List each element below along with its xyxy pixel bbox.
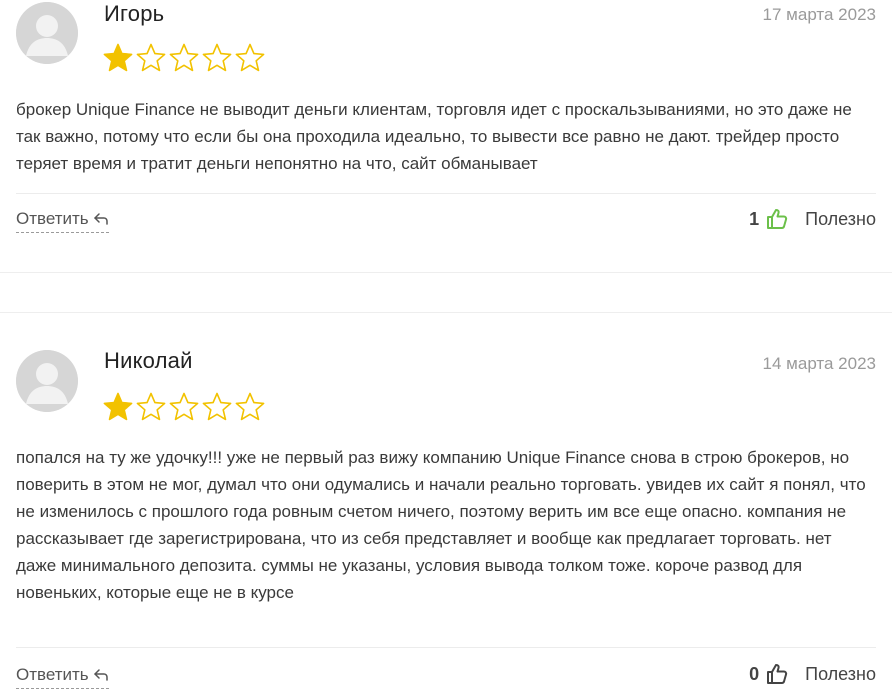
star-empty-icon bbox=[201, 42, 233, 74]
reply-label: Ответить bbox=[16, 665, 89, 684]
star-filled-icon bbox=[102, 42, 134, 74]
divider bbox=[16, 647, 876, 648]
star-filled-icon bbox=[102, 391, 134, 423]
star-empty-icon bbox=[234, 42, 266, 74]
review-text: брокер Unique Finance не выводит деньги … bbox=[16, 100, 852, 173]
user-silhouette-icon bbox=[16, 350, 78, 412]
star-empty-icon bbox=[135, 42, 167, 74]
review-date: 14 марта 2023 bbox=[762, 354, 876, 373]
useful-vote: 1 Полезно bbox=[749, 207, 876, 231]
useful-vote: 0 Полезно bbox=[749, 662, 876, 686]
review-author: Игорь bbox=[104, 1, 165, 26]
useful-count: 0 bbox=[749, 663, 760, 684]
rating-stars bbox=[102, 42, 266, 74]
review-author: Николай bbox=[104, 348, 193, 373]
thumb-up-icon[interactable] bbox=[765, 662, 789, 686]
avatar bbox=[16, 350, 78, 412]
reply-arrow-icon bbox=[93, 668, 109, 682]
avatar bbox=[16, 2, 78, 64]
section-divider bbox=[0, 272, 892, 273]
star-empty-icon bbox=[168, 391, 200, 423]
review-date: 17 марта 2023 bbox=[762, 5, 876, 24]
review-card: Игорь 17 марта 2023 брокер Unique Financ… bbox=[0, 0, 892, 262]
reply-label: Ответить bbox=[16, 209, 89, 228]
star-empty-icon bbox=[201, 391, 233, 423]
reply-button[interactable]: Ответить bbox=[16, 209, 109, 233]
rating-stars bbox=[102, 391, 266, 423]
useful-count: 1 bbox=[749, 208, 760, 229]
star-empty-icon bbox=[135, 391, 167, 423]
thumb-up-icon[interactable] bbox=[765, 207, 789, 231]
review-text: попался на ту же удочку!!! уже не первый… bbox=[16, 448, 866, 602]
reply-button[interactable]: Ответить bbox=[16, 665, 109, 689]
user-silhouette-icon bbox=[16, 2, 78, 64]
review-card: Николай 14 марта 2023 попался на ту же у… bbox=[0, 313, 892, 692]
reply-arrow-icon bbox=[93, 212, 109, 226]
star-empty-icon bbox=[168, 42, 200, 74]
divider bbox=[16, 193, 876, 194]
useful-label[interactable]: Полезно bbox=[805, 209, 876, 230]
useful-label[interactable]: Полезно bbox=[805, 664, 876, 685]
star-empty-icon bbox=[234, 391, 266, 423]
